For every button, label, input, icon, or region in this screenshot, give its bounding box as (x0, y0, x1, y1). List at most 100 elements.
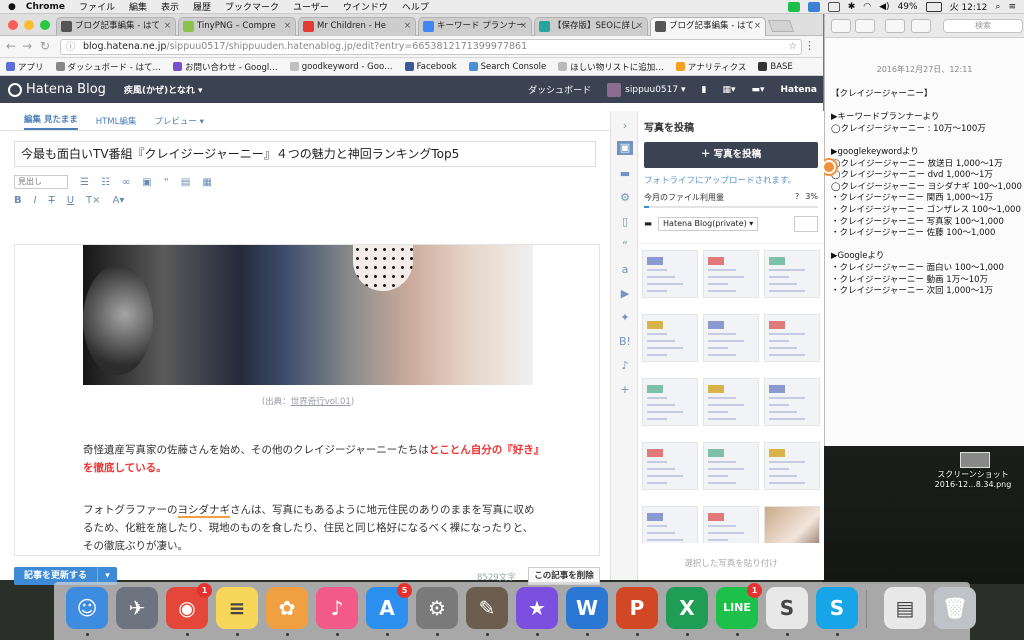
italic-icon[interactable]: I (34, 195, 37, 206)
bookmark-goodkeyword[interactable]: goodkeyword - Goo… (289, 62, 393, 72)
preview-icon[interactable]: ▤ (884, 587, 926, 629)
document-icon[interactable]: ▯ (617, 215, 633, 229)
table-icon[interactable]: ▦ (202, 177, 211, 188)
line-icon[interactable]: LINE 1 (716, 583, 762, 629)
spotlight-icon[interactable]: ⌕ (995, 2, 1000, 12)
bullet-list-icon[interactable]: ☰ (80, 177, 89, 188)
dashboard-link[interactable]: ダッシュボード (528, 83, 591, 96)
screenshot-file-label[interactable]: スクリーンショット 2016-12...8.34.png (924, 470, 1022, 490)
photo-thumbnail[interactable] (703, 442, 759, 490)
system-preferences-icon[interactable]: ⚙ (416, 587, 458, 629)
imovie-icon[interactable]: ★ (516, 587, 558, 629)
dropbox-icon[interactable] (807, 1, 820, 12)
powerpoint-icon[interactable]: P (616, 587, 658, 629)
photo-thumbnail[interactable] (642, 506, 698, 543)
twitter-icon[interactable]: ✦ (617, 311, 633, 325)
clear-format-icon[interactable]: T× (86, 195, 101, 206)
bookmark-wishlist[interactable]: ほしい物リストに追加… (558, 61, 664, 73)
notes-icon[interactable]: ≡ (216, 587, 258, 629)
notes-delete-button[interactable] (831, 19, 851, 33)
apple-icon[interactable]: ● (8, 2, 16, 12)
numbered-list-icon[interactable]: ☷ (101, 177, 110, 188)
screenshot-file-icon[interactable] (960, 452, 990, 468)
notes-new-button[interactable] (855, 19, 875, 33)
photos-icon[interactable]: ✿ (266, 587, 308, 629)
bookmark-icon[interactable]: ▮ (701, 85, 706, 95)
tab-close-icon[interactable]: × (520, 18, 527, 35)
menu-file[interactable]: ファイル (79, 0, 115, 13)
tab-close-icon[interactable]: × (754, 18, 761, 35)
menu-help[interactable]: ヘルプ (402, 0, 429, 13)
hatena-blog-logo[interactable]: Hatena Blog (8, 82, 106, 97)
forward-arrow-icon[interactable]: → (22, 39, 32, 53)
bookmark-contact[interactable]: お問い合わせ - Googl… (173, 61, 278, 73)
tab-close-icon[interactable]: × (636, 18, 643, 35)
tab-2[interactable]: Mr Children - He × (298, 17, 416, 36)
menu-app-name[interactable]: Chrome (26, 2, 65, 12)
hatena-bookmark-icon[interactable]: B! (617, 335, 633, 349)
photo-thumbnail[interactable] (642, 250, 698, 298)
usage-help-icon[interactable]: ? (795, 192, 799, 203)
notes-search-input[interactable]: 検索 (943, 19, 1023, 33)
credit-link[interactable]: 世界奇行vol.01 (291, 397, 351, 407)
photo-thumbnail[interactable] (764, 314, 820, 362)
chrome-icon[interactable]: ◉ 1 (166, 583, 212, 629)
tab-close-icon[interactable]: × (284, 18, 291, 35)
photo-thumbnail[interactable] (764, 250, 820, 298)
bold-icon[interactable]: B (14, 195, 22, 206)
grid-view-icon[interactable] (794, 216, 818, 232)
bookmark-dashboard[interactable]: ダッシュボード - はて… (55, 61, 161, 73)
plus-icon[interactable]: + (617, 383, 633, 397)
minimize-window-icon[interactable] (24, 20, 34, 30)
bookmark-facebook[interactable]: Facebook (404, 62, 457, 72)
underline-icon[interactable]: U (67, 195, 74, 206)
keyword-link[interactable]: ヨシダナギ (177, 504, 230, 518)
menu-edit[interactable]: 編集 (129, 0, 147, 13)
image-icon[interactable]: ▣ (142, 177, 151, 188)
notes-lock-button[interactable] (911, 19, 931, 33)
notes-share-button[interactable] (885, 19, 905, 33)
gear-icon[interactable]: ⚙ (617, 191, 633, 205)
tab-5-active[interactable]: ブログ記事編集 - はて × (650, 17, 766, 36)
close-window-icon[interactable] (8, 20, 18, 30)
volume-icon[interactable]: ◀) (879, 2, 889, 12)
reload-icon[interactable]: ↻ (40, 39, 50, 53)
menu-clock[interactable]: 火 12:12 (950, 0, 988, 13)
skype-icon[interactable]: S (816, 587, 858, 629)
finder-icon[interactable]: ☺ (66, 587, 108, 629)
paste-selected-photo-button[interactable]: 選択した写真を貼り付け (638, 557, 824, 569)
folder-select[interactable]: Hatena Blog(private) ▾ (658, 217, 759, 231)
bookmark-search-console[interactable]: Search Console (468, 62, 546, 72)
bookmark-base[interactable]: BASE (758, 62, 793, 72)
trash-icon[interactable]: 🗑 (934, 587, 976, 629)
folder-icon[interactable]: ▬ (617, 167, 633, 181)
tab-1[interactable]: TinyPNG – Compre × (178, 17, 296, 36)
word-icon[interactable]: W (566, 587, 608, 629)
photo-thumbnail[interactable] (764, 442, 820, 490)
photo-thumbnail[interactable] (703, 314, 759, 362)
amazon-icon[interactable]: a (617, 263, 633, 277)
photo-thumbnail[interactable] (642, 442, 698, 490)
apps-menu-icon[interactable]: ▦▾ (722, 85, 735, 95)
wifi-icon[interactable]: ◠ (863, 2, 871, 12)
launchpad-icon[interactable]: ✈ (116, 587, 158, 629)
chrome-menu-icon[interactable]: ⋮ (804, 39, 815, 52)
messages-icon[interactable]: ▬▾ (751, 85, 764, 95)
heading-select[interactable]: 見出し (14, 175, 68, 189)
article-photo[interactable] (83, 245, 533, 385)
zoom-window-icon[interactable] (40, 20, 50, 30)
user-menu[interactable]: sippuu0517 ▾ (607, 82, 685, 97)
article-body[interactable]: (出典：世界奇行vol.01) 奇怪遺産写真家の佐藤さんを始め、その他のクレイジ… (14, 244, 600, 556)
new-tab-button[interactable] (767, 20, 795, 32)
youtube-icon[interactable]: ▶ (617, 287, 633, 301)
back-arrow-icon[interactable]: ← (6, 39, 16, 53)
menu-bookmarks[interactable]: ブックマーク (225, 0, 279, 13)
blog-selector[interactable]: 疾風(かぜ)となれ ▾ (124, 83, 203, 96)
page-info-icon[interactable]: ⓘ (66, 41, 76, 55)
tab-close-icon[interactable]: × (164, 18, 171, 35)
url-input[interactable]: ⓘ blog.hatena.ne.jp/sippuu0517/shippuude… (60, 39, 802, 55)
photo-thumbnail[interactable] (642, 378, 698, 426)
tab-3[interactable]: キーワード プランナー × (418, 17, 532, 36)
menu-user[interactable]: ユーザー (293, 0, 329, 13)
photo-icon[interactable]: ▣ (617, 141, 633, 155)
